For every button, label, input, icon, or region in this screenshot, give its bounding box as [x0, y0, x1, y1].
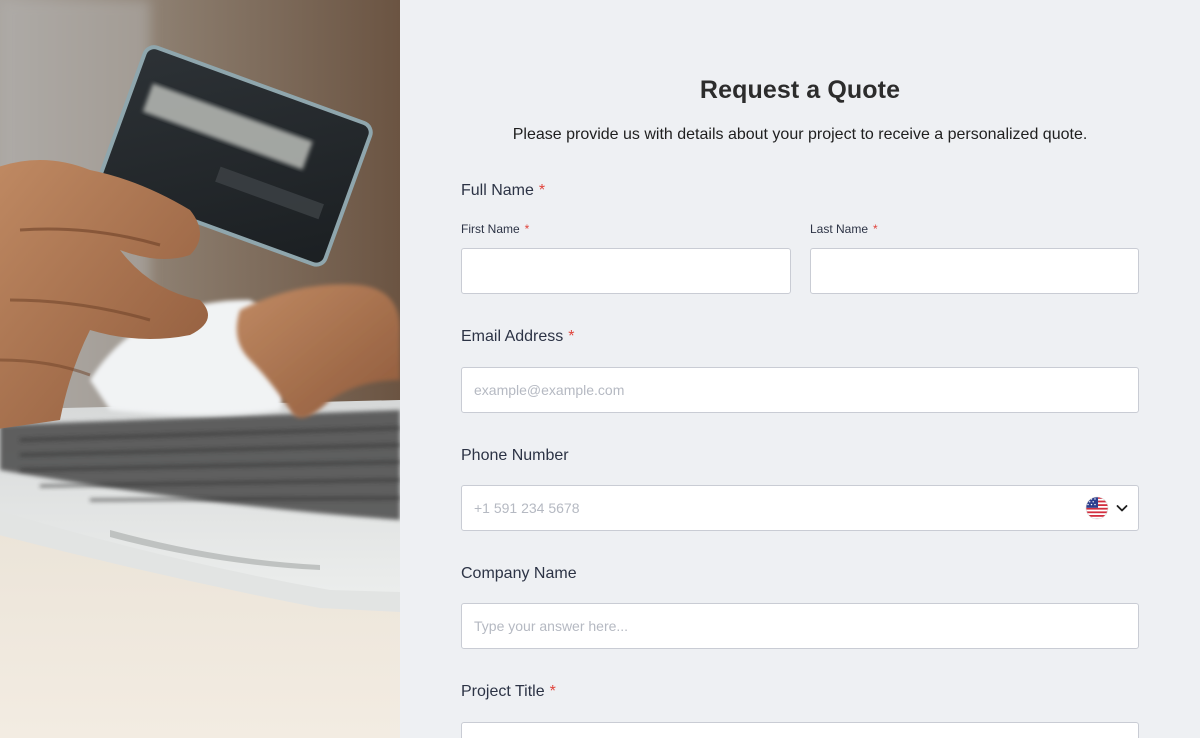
hero-photo — [0, 0, 400, 738]
us-flag-icon — [1085, 496, 1109, 520]
full-name-label-text: Full Name — [461, 182, 534, 199]
project-title-label: Project Title * — [461, 683, 556, 701]
first-name-input[interactable] — [461, 248, 791, 294]
required-mark: * — [524, 222, 530, 236]
project-title-input[interactable] — [461, 722, 1139, 738]
last-name-label: Last Name * — [810, 222, 878, 236]
project-title-label-text: Project Title — [461, 683, 545, 700]
first-name-label-text: First Name — [461, 222, 520, 236]
email-label: Email Address * — [461, 328, 575, 346]
chevron-down-icon — [1116, 505, 1128, 512]
phone-label-text: Phone Number — [461, 447, 569, 464]
required-mark: * — [873, 222, 878, 236]
last-name-label-text: Last Name — [810, 222, 869, 236]
email-label-text: Email Address — [461, 328, 564, 345]
company-name-input[interactable] — [461, 603, 1139, 649]
last-name-input[interactable] — [810, 248, 1139, 294]
first-name-label: First Name * — [461, 222, 529, 236]
page: Request a Quote Please provide us with d… — [0, 0, 1200, 738]
country-code-select[interactable] — [1085, 495, 1131, 521]
required-mark: * — [568, 328, 575, 345]
email-input[interactable] — [461, 367, 1139, 413]
company-name-label-text: Company Name — [461, 565, 577, 582]
required-mark: * — [538, 182, 546, 199]
credit-card-laptop-illustration — [0, 0, 400, 738]
form-title: Request a Quote — [699, 76, 901, 104]
quote-form: Request a Quote Please provide us with d… — [400, 0, 1200, 738]
form-subtitle: Please provide us with details about you… — [512, 126, 1088, 143]
full-name-label: Full Name * — [461, 182, 545, 200]
company-name-label: Company Name — [461, 565, 577, 583]
phone-label: Phone Number — [461, 447, 569, 465]
phone-input[interactable] — [461, 485, 1139, 531]
required-mark: * — [549, 683, 556, 700]
